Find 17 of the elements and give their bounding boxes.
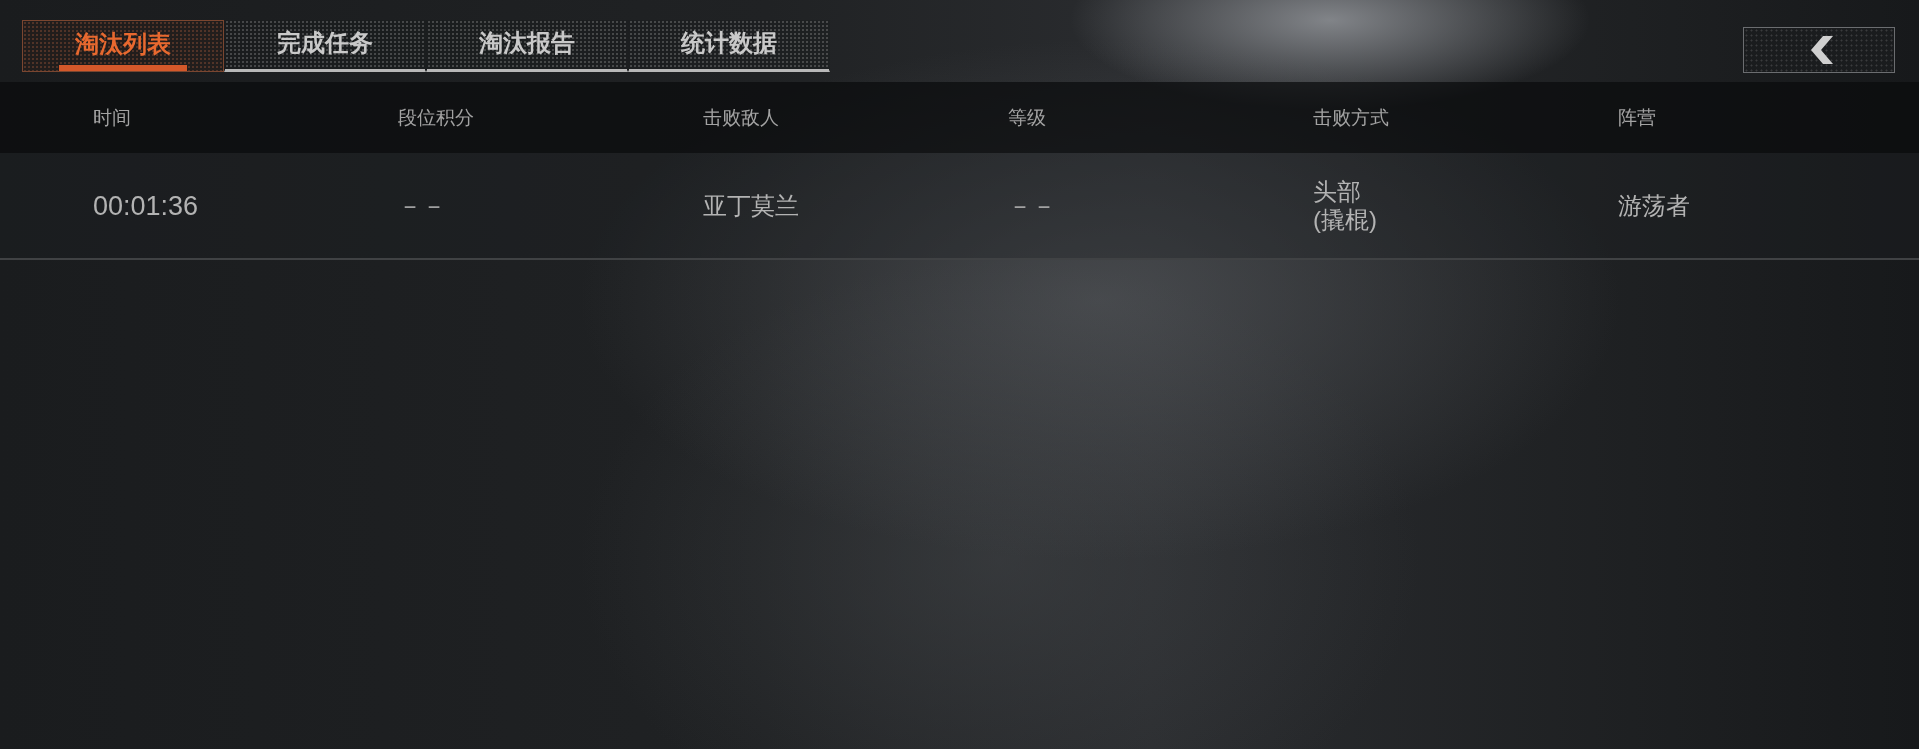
table-cell: －－: [398, 191, 446, 220]
column-header: 阵营: [1618, 105, 1656, 130]
column-header: 时间: [93, 105, 131, 130]
tab[interactable]: 完成任务: [224, 20, 426, 72]
table-cell: 头部 (撬棍): [1313, 177, 1377, 234]
tab[interactable]: 淘汰列表: [22, 20, 224, 72]
back-button[interactable]: [1743, 27, 1895, 73]
column-header: 等级: [1008, 105, 1046, 130]
column-header: 击败方式: [1313, 105, 1389, 130]
column-header: 击败敌人: [703, 105, 779, 130]
tab[interactable]: 淘汰报告: [426, 20, 628, 72]
table-cell: 亚丁莫兰: [703, 191, 799, 220]
table-cell: 游荡者: [1618, 191, 1690, 220]
table-cell: 00:01:36: [93, 191, 199, 220]
table-cell: －－: [1008, 191, 1056, 220]
tab[interactable]: 统计数据: [628, 20, 830, 72]
column-header: 段位积分: [398, 105, 474, 130]
